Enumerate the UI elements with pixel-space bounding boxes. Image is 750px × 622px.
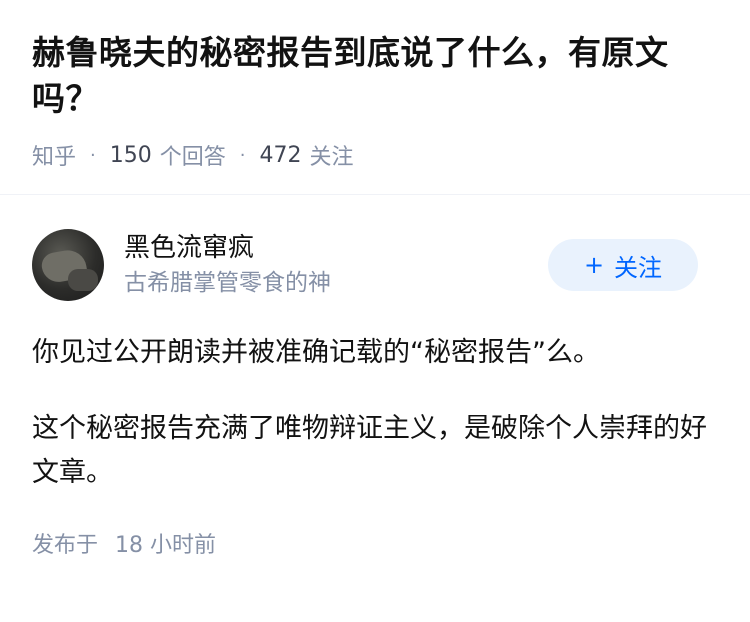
answer-count: 150	[109, 142, 152, 168]
question-meta: 知乎 · 150 个回答 · 472 关注	[32, 139, 718, 171]
author-row: 黑色流窜疯 古希腊掌管零食的神 + 关注	[32, 229, 718, 301]
answer-card: 黑色流窜疯 古希腊掌管零食的神 + 关注 你见过公开朗读并被准确记载的“秘密报告…	[0, 229, 750, 559]
author-bio: 古希腊掌管零食的神	[124, 270, 331, 296]
author-info: 黑色流窜疯 古希腊掌管零食的神	[124, 231, 331, 299]
answer-body: 你见过公开朗读并被准确记载的“秘密报告”么。 这个秘密报告充满了唯物辩证主义，是…	[32, 331, 718, 495]
answer-timestamp: 发布于 18 小时前	[32, 527, 718, 559]
separator-dot: ·	[239, 144, 246, 166]
time-value: 18 小时前	[115, 533, 217, 558]
avatar[interactable]	[32, 229, 104, 301]
follow-button[interactable]: + 关注	[548, 239, 698, 291]
answer-paragraph: 这个秘密报告充满了唯物辩证主义，是破除个人崇拜的好文章。	[32, 413, 707, 488]
separator-dot: ·	[90, 144, 96, 166]
follower-count-label: 关注	[309, 145, 354, 170]
source-label[interactable]: 知乎	[32, 139, 76, 171]
time-prefix: 发布于	[32, 533, 99, 558]
answer-paragraph: 你见过公开朗读并被准确记载的“秘密报告”么。	[32, 337, 600, 368]
avatar-photo-shape	[68, 269, 98, 291]
plus-icon: +	[583, 251, 605, 279]
answer-count-label[interactable]: 个回答	[160, 139, 226, 171]
follower-count: 472	[259, 142, 302, 168]
follow-button-label: 关注	[614, 253, 663, 282]
question-header: 赫鲁晓夫的秘密报告到底说了什么，有原文吗？ 知乎 · 150 个回答 · 472…	[0, 0, 750, 170]
author-name[interactable]: 黑色流窜疯	[124, 231, 331, 265]
question-title[interactable]: 赫鲁晓夫的秘密报告到底说了什么，有原文吗？	[32, 30, 718, 122]
divider	[0, 194, 750, 195]
